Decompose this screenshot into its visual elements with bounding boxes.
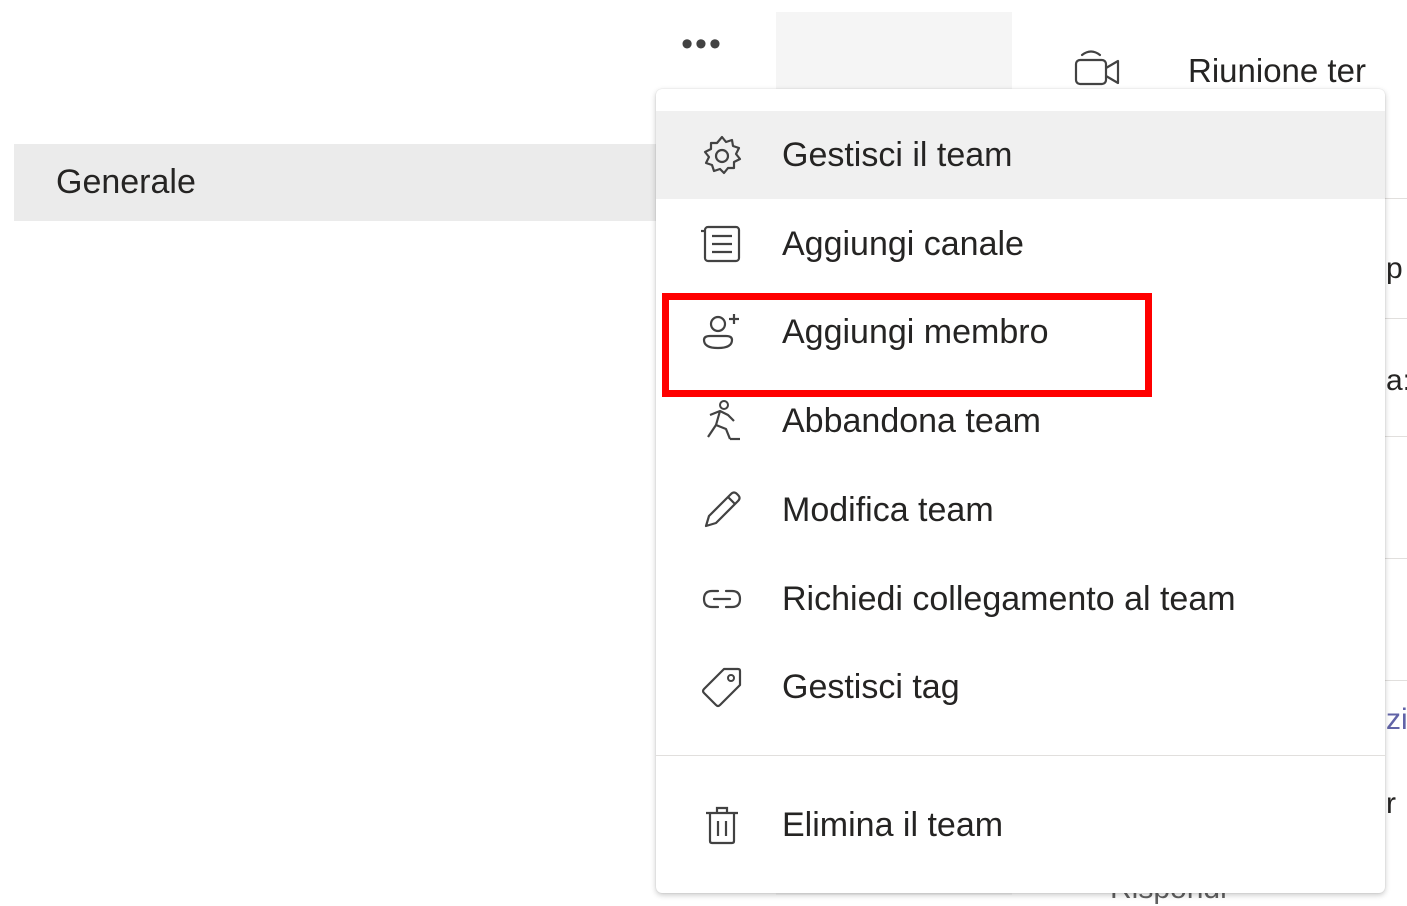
meeting-title[interactable]: Riunione ter	[1188, 52, 1366, 90]
menu-item-label: Abbandona team	[782, 401, 1041, 440]
menu-item-leave-team[interactable]: Abbandona team	[656, 377, 1385, 465]
video-camera-icon[interactable]	[1074, 48, 1122, 88]
menu-item-label: Aggiungi membro	[782, 312, 1049, 351]
trash-icon	[698, 803, 746, 847]
menu-item-delete-team[interactable]: Elimina il team	[656, 781, 1385, 869]
channel-label: Generale	[56, 163, 196, 201]
background-divider	[1385, 318, 1407, 319]
menu-item-label: Richiedi collegamento al team	[782, 579, 1236, 618]
menu-item-manage-team[interactable]: Gestisci il team	[656, 111, 1385, 199]
background-divider	[1385, 436, 1407, 437]
background-divider	[1385, 680, 1407, 681]
background-divider	[1385, 558, 1407, 559]
channel-list-icon	[698, 222, 746, 266]
menu-item-label: Gestisci il team	[782, 135, 1013, 174]
menu-divider	[656, 755, 1385, 756]
leave-running-person-icon	[698, 399, 746, 443]
team-options-menu: Gestisci il team Aggiungi canale Aggiung…	[656, 89, 1385, 893]
person-add-icon	[698, 310, 746, 354]
background-text: p	[1386, 252, 1403, 285]
menu-item-get-team-link[interactable]: Richiedi collegamento al team	[656, 555, 1385, 643]
menu-item-label: Elimina il team	[782, 805, 1004, 844]
menu-item-edit-team[interactable]: Modifica team	[656, 466, 1385, 554]
menu-item-manage-tags[interactable]: Gestisci tag	[656, 643, 1385, 731]
more-options-button[interactable]: •••	[670, 22, 734, 66]
menu-item-label: Aggiungi canale	[782, 224, 1024, 263]
link-icon	[698, 577, 746, 621]
tag-icon	[698, 665, 746, 709]
menu-item-add-member[interactable]: Aggiungi membro	[656, 288, 1385, 376]
background-divider	[1385, 198, 1407, 199]
background-link: zi	[1386, 703, 1407, 736]
pencil-icon	[698, 488, 746, 532]
channel-item-generale[interactable]: Generale	[14, 144, 714, 221]
menu-item-label: Gestisci tag	[782, 667, 960, 706]
menu-item-add-channel[interactable]: Aggiungi canale	[656, 200, 1385, 288]
background-text: r	[1386, 787, 1396, 820]
gear-icon	[698, 133, 746, 177]
background-text: a:	[1386, 364, 1407, 397]
menu-item-label: Modifica team	[782, 490, 994, 529]
